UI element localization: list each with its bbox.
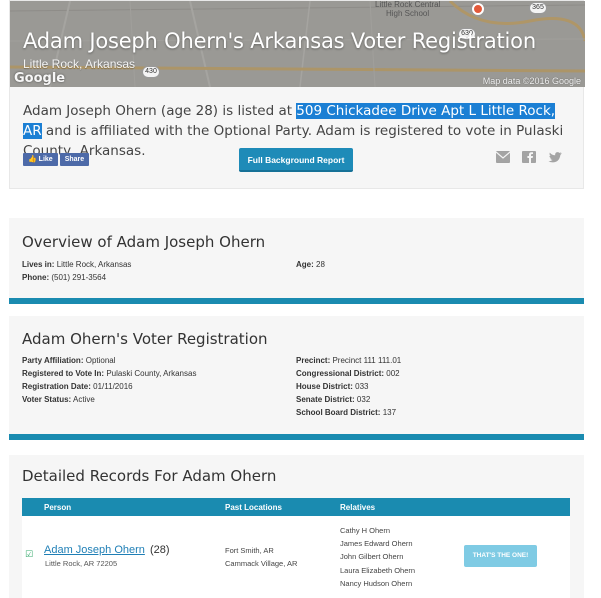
voter-title: Adam Ohern's Voter Registration xyxy=(22,330,268,348)
social-buttons: 👍 Like Share xyxy=(23,153,90,166)
google-logo: Google xyxy=(14,71,66,86)
registration-date-value: 01/11/2016 xyxy=(93,382,133,391)
facebook-share-button[interactable]: Share xyxy=(59,153,90,166)
precinct-value: Precinct 111 111.01 xyxy=(332,356,402,365)
congressional-row: Congressional District: 002 xyxy=(296,369,400,378)
facebook-icon[interactable] xyxy=(522,151,536,163)
registered-value: Pulaski County, Arkansas xyxy=(106,369,197,378)
phone-value: (501) 291-3564 xyxy=(51,273,107,282)
school-board-label: School Board District: xyxy=(296,408,381,417)
relative-item: Nancy Hudson Ohern xyxy=(340,579,413,588)
relative-item: Cathy H Ohern xyxy=(340,526,391,535)
party-value: Optional xyxy=(85,356,116,365)
facebook-like-button[interactable]: 👍 Like xyxy=(23,153,58,166)
senate-district-row: Senate District: 032 xyxy=(296,395,370,404)
registered-label: Registered to Vote In: xyxy=(22,369,105,378)
records-table-header: Person Past Locations Relatives xyxy=(22,498,570,516)
voter-status-value: Active xyxy=(72,395,95,404)
congressional-value: 002 xyxy=(386,369,400,378)
past-location-item: Fort Smith, AR xyxy=(225,546,274,555)
age-row: Age: 28 xyxy=(296,260,325,269)
map-label-school-2: High School xyxy=(386,9,430,18)
header-card: Little Rock Central High School 365 630 … xyxy=(9,0,585,189)
mail-icon[interactable] xyxy=(495,151,511,163)
like-label: Like xyxy=(38,156,53,163)
registered-row: Registered to Vote In: Pulaski County, A… xyxy=(22,369,196,378)
person-location: Little Rock, AR 72205 xyxy=(45,559,118,568)
page-title: Adam Joseph Ohern's Arkansas Voter Regis… xyxy=(23,29,536,53)
registration-date-label: Registration Date: xyxy=(22,382,91,391)
precinct-label: Precinct: xyxy=(296,356,331,365)
senate-district-value: 032 xyxy=(356,395,371,404)
phone-label: Phone: xyxy=(22,273,50,282)
lives-in-row: Lives in: Little Rock, Arkansas xyxy=(22,260,131,269)
relative-item: John Gilbert Ohern xyxy=(340,552,404,561)
column-past-locations: Past Locations xyxy=(225,503,282,512)
location-map[interactable]: Little Rock Central High School 365 630 … xyxy=(10,1,585,87)
voter-registration-section: Adam Ohern's Voter Registration Party Af… xyxy=(9,316,584,440)
precinct-row: Precinct: Precinct 111 111.01 xyxy=(296,356,401,365)
page-subtitle: Little Rock, Arkansas xyxy=(23,57,136,71)
map-credit: Map data ©2016 Google xyxy=(482,76,581,86)
person-name-link[interactable]: Adam Joseph Ohern xyxy=(44,544,145,556)
map-label-school-1: Little Rock Central xyxy=(375,1,441,9)
senate-district-label: Senate District: xyxy=(296,395,355,404)
registration-date-row: Registration Date: 01/11/2016 xyxy=(22,382,133,391)
past-location-item: Cammack Village, AR xyxy=(225,559,298,568)
phone-row: Phone: (501) 291-3564 xyxy=(22,273,106,282)
highway-shield-icon: 430 xyxy=(142,66,160,78)
overview-title: Overview of Adam Joseph Ohern xyxy=(22,233,266,251)
person-age: (28) xyxy=(150,544,170,556)
detailed-records-section: Detailed Records For Adam Ohern Person P… xyxy=(9,455,584,598)
school-board-value: 137 xyxy=(382,408,397,417)
school-board-row: School Board District: 137 xyxy=(296,408,396,417)
house-district-row: House District: 033 xyxy=(296,382,369,391)
voter-status-row: Voter Status: Active xyxy=(22,395,95,404)
relative-item: Laura Elizabeth Ohern xyxy=(340,566,416,575)
congressional-label: Congressional District: xyxy=(296,369,385,378)
age-value: 28 xyxy=(316,260,325,269)
table-row: ☑ Adam Joseph Ohern (28) Little Rock, AR… xyxy=(22,516,570,598)
lives-in-label: Lives in: xyxy=(22,260,55,269)
thats-the-one-button[interactable]: THAT'S THE ONE! xyxy=(464,545,537,567)
voter-status-label: Voter Status: xyxy=(22,395,72,404)
highway-shield-icon: 365 xyxy=(529,2,547,14)
house-district-label: House District: xyxy=(296,382,353,391)
party-row: Party Affiliation: Optional xyxy=(22,356,116,365)
column-person: Person xyxy=(44,503,72,512)
map-pin-icon xyxy=(472,3,484,15)
summary-intro: Adam Joseph Ohern (age 28) is listed at xyxy=(23,103,297,119)
records-title: Detailed Records For Adam Ohern xyxy=(22,467,277,485)
age-label: Age: xyxy=(296,260,314,269)
overview-section: Overview of Adam Joseph Ohern Lives in: … xyxy=(9,218,584,304)
party-label: Party Affiliation: xyxy=(22,356,84,365)
checkmark-icon: ☑ xyxy=(25,549,34,559)
house-district-value: 033 xyxy=(355,382,369,391)
twitter-icon[interactable] xyxy=(548,151,562,163)
share-icons xyxy=(495,151,562,163)
column-relatives: Relatives xyxy=(340,503,376,512)
lives-in-value: Little Rock, Arkansas xyxy=(56,260,132,269)
relative-item: James Edward Ohern xyxy=(340,539,413,548)
full-background-report-button[interactable]: Full Background Report xyxy=(239,148,353,172)
